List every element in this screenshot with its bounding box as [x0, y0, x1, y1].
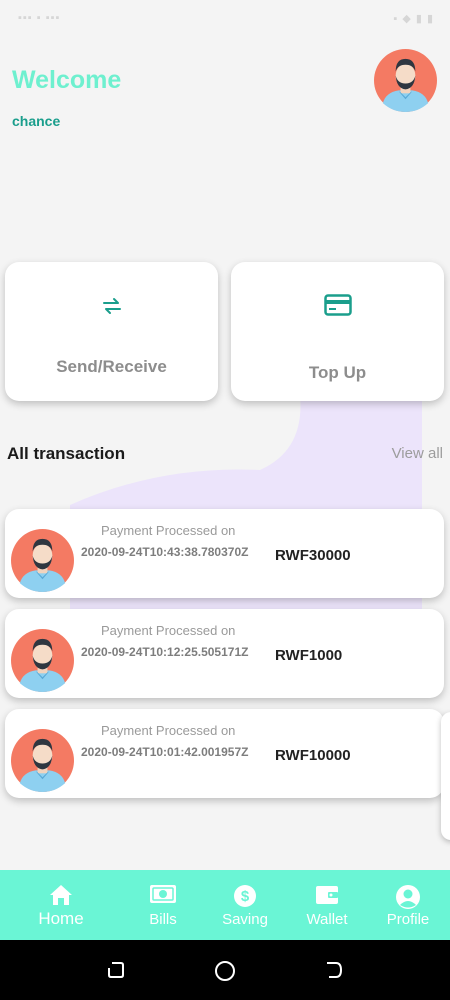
back-icon[interactable] [324, 960, 344, 980]
transaction-title: Payment Processed on [101, 523, 236, 538]
top-up-button[interactable]: Top Up [231, 262, 444, 401]
wallet-icon [316, 886, 338, 904]
transaction-date: 2020-09-24T10:01:42.001957Z [81, 745, 249, 759]
bills-icon [150, 885, 176, 903]
transaction-title: Payment Processed on [101, 623, 236, 638]
nav-bills-label: Bills [149, 911, 177, 928]
home-circle-icon[interactable] [214, 960, 236, 982]
send-receive-label: Send/Receive [56, 357, 167, 376]
transaction-amount: RWF30000 [275, 547, 351, 564]
profile-icon [396, 885, 420, 909]
transaction-title: Payment Processed on [101, 723, 236, 738]
overflow-card-edge [441, 712, 450, 840]
view-all-link[interactable]: View all [392, 445, 443, 462]
nav-wallet[interactable]: Wallet [285, 870, 369, 940]
nav-profile[interactable]: Profile [366, 870, 450, 940]
welcome-heading: Welcome [12, 66, 122, 94]
home-icon [50, 885, 72, 905]
transaction-date: 2020-09-24T10:12:25.505171Z [81, 645, 249, 659]
credit-card-icon [323, 294, 352, 316]
transaction-card[interactable]: Payment Processed on 2020-09-24T10:43:38… [5, 509, 444, 598]
transaction-avatar [11, 529, 74, 592]
dollar-icon: $ [234, 885, 256, 907]
transactions-heading: All transaction [7, 444, 126, 463]
svg-text:$: $ [241, 888, 250, 905]
system-navigation-bar [0, 940, 450, 1000]
nav-home-label: Home [38, 909, 84, 928]
recent-apps-icon[interactable] [106, 960, 126, 980]
transaction-date: 2020-09-24T10:43:38.780370Z [81, 545, 249, 559]
username: chance [12, 113, 61, 129]
status-right-icons: ▪ ◆ ▮ ▮ [393, 13, 434, 25]
transaction-amount: RWF1000 [275, 647, 343, 664]
send-receive-button[interactable]: Send/Receive [5, 262, 218, 401]
nav-saving-label: Saving [222, 911, 268, 928]
transaction-avatar [11, 629, 74, 692]
nav-saving[interactable]: $ Saving [203, 870, 287, 940]
swap-icon [102, 298, 121, 314]
transaction-card[interactable]: Payment Processed on 2020-09-24T10:01:42… [5, 709, 444, 798]
nav-bills[interactable]: Bills [121, 870, 205, 940]
nav-profile-label: Profile [386, 911, 430, 928]
transaction-avatar [11, 729, 74, 792]
top-up-label: Top Up [308, 363, 367, 382]
transaction-card[interactable]: Payment Processed on 2020-09-24T10:12:25… [5, 609, 444, 698]
nav-wallet-label: Wallet [306, 911, 348, 928]
profile-avatar[interactable] [374, 49, 437, 112]
status-bar: ▪▪▪ ▪ ▪▪▪ ▪ ◆ ▮ ▮ [0, 0, 450, 38]
bottom-navigation: Home Bills $ Saving Wallet Profile [0, 870, 450, 940]
status-left-icons: ▪▪▪ ▪ ▪▪▪ [18, 12, 61, 24]
transaction-amount: RWF10000 [275, 747, 351, 764]
nav-home[interactable]: Home [19, 870, 103, 940]
